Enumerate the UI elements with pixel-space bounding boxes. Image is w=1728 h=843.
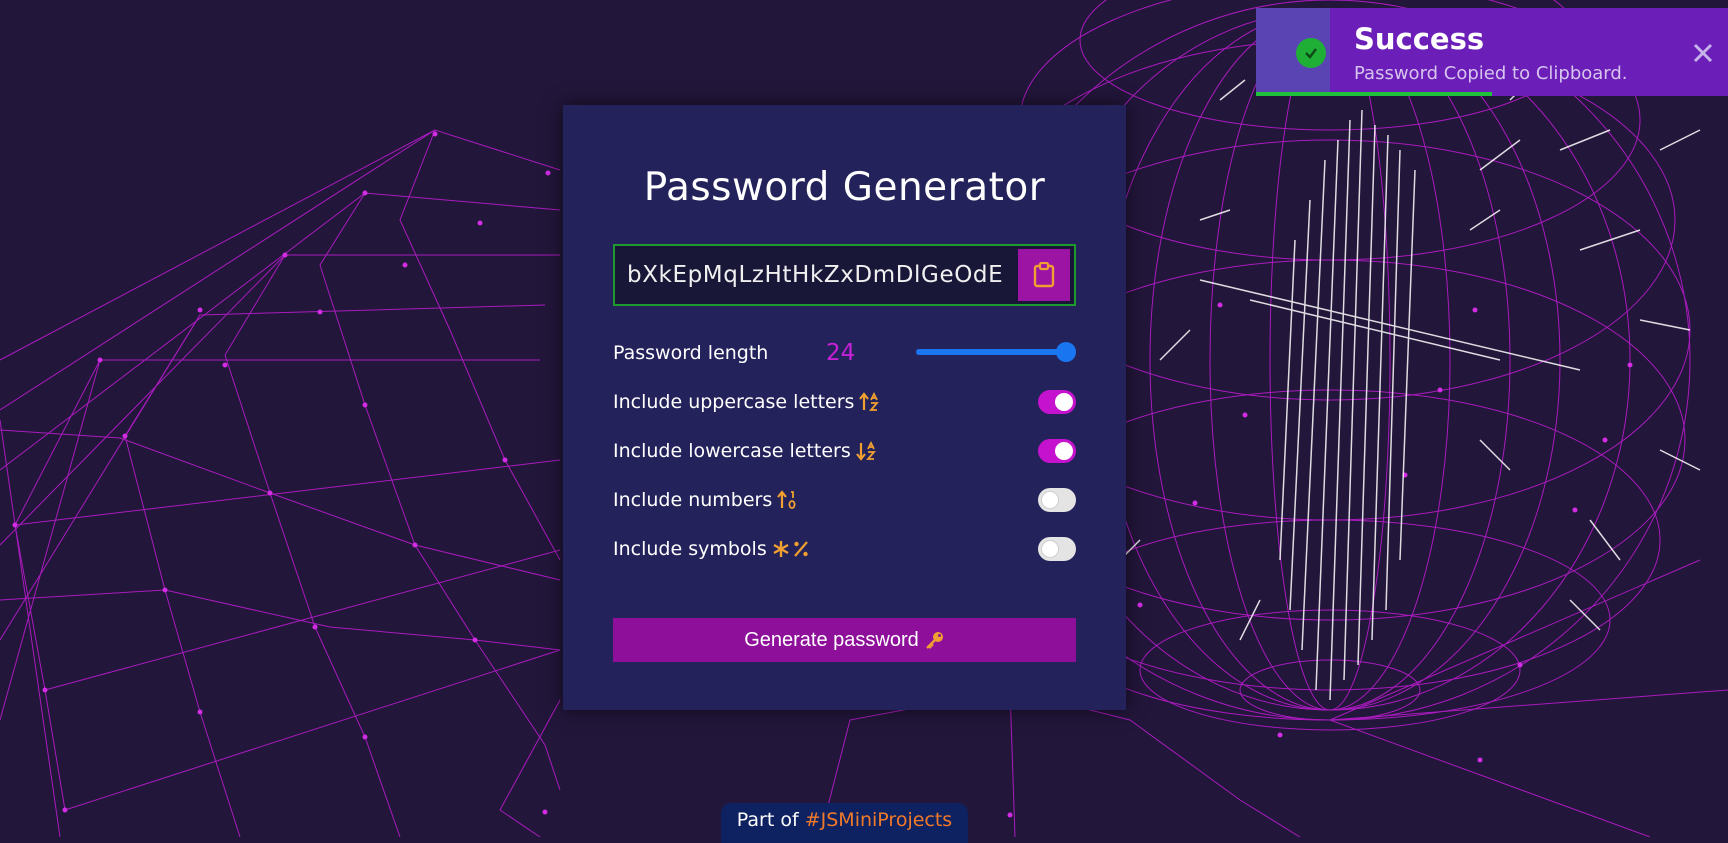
success-toast: Success Password Copied to Clipboard.: [1256, 8, 1728, 96]
toggle-knob: [1041, 539, 1059, 558]
toast-title: Success: [1354, 22, 1485, 56]
sort-alpha-down-icon: [855, 440, 876, 461]
password-display: bXkEpMqLzHtHkZxDmDlGeOdE: [613, 244, 1076, 306]
password-generator-card: Password Generator bXkEpMqLzHtHkZxDmDlGe…: [563, 105, 1126, 710]
password-output[interactable]: bXkEpMqLzHtHkZxDmDlGeOdE: [615, 262, 1003, 288]
check-circle-icon: [1296, 38, 1326, 68]
asterisk-percent-icon: [773, 540, 808, 557]
footer-badge: Part of #JSMiniProjects: [721, 803, 968, 843]
lowercase-toggle[interactable]: [1038, 438, 1076, 463]
toggle-knob: [1055, 441, 1073, 460]
length-value: 24: [826, 339, 856, 366]
footer-link[interactable]: #JSMiniProjects: [805, 809, 952, 831]
symbols-label: Include symbols: [613, 537, 767, 560]
generate-label: Generate password: [744, 628, 919, 651]
length-label: Password length: [613, 341, 769, 364]
lowercase-label: Include lowercase letters: [613, 439, 851, 462]
option-length: Password length 24: [613, 328, 1076, 377]
generate-password-button[interactable]: Generate password: [613, 618, 1076, 662]
symbols-toggle[interactable]: [1038, 536, 1076, 561]
toggle-knob: [1055, 392, 1073, 411]
page-title: Password Generator: [643, 165, 1046, 210]
numbers-label: Include numbers: [613, 488, 773, 511]
clipboard-icon: [1033, 262, 1055, 288]
numbers-toggle[interactable]: [1038, 487, 1076, 512]
slider-track[interactable]: [916, 349, 1076, 355]
option-symbols: Include symbols: [613, 524, 1076, 573]
copy-button[interactable]: [1018, 249, 1070, 301]
option-uppercase: Include uppercase letters: [613, 377, 1076, 426]
length-slider[interactable]: [916, 342, 1076, 362]
footer-prefix: Part of: [736, 809, 799, 831]
sort-alpha-up-icon: [859, 391, 880, 411]
option-lowercase: Include lowercase letters: [613, 426, 1076, 475]
uppercase-toggle[interactable]: [1038, 389, 1076, 414]
uppercase-label: Include uppercase letters: [613, 390, 855, 413]
close-icon[interactable]: [1692, 42, 1714, 64]
toast-progress-bar: [1256, 92, 1492, 96]
option-numbers: Include numbers: [613, 475, 1076, 524]
sort-numeric-up-icon: [777, 489, 796, 509]
toggle-knob: [1041, 490, 1059, 509]
toast-message: Password Copied to Clipboard.: [1354, 63, 1628, 84]
key-icon: [925, 630, 945, 650]
slider-thumb[interactable]: [1056, 342, 1076, 362]
